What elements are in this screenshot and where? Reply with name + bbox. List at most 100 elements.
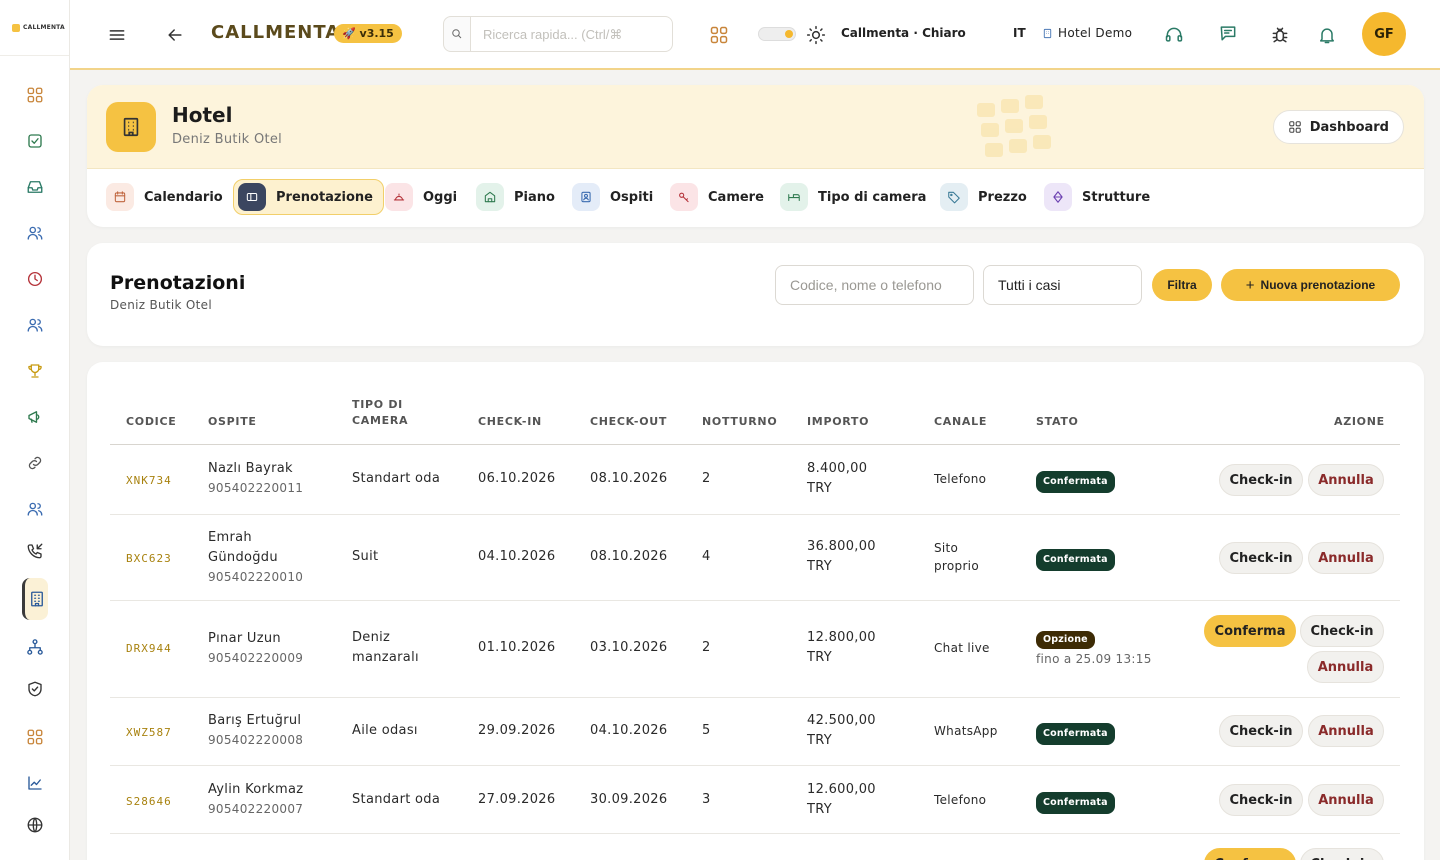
sun-icon <box>806 25 826 45</box>
confirm-button[interactable]: Conferma <box>1204 848 1296 860</box>
header-checkout[interactable]: CHECK-OUT <box>590 414 667 430</box>
new-booking-label: Nuova prenotazione <box>1260 278 1376 292</box>
booking-code[interactable]: XNK734 <box>126 471 172 491</box>
header-checkin[interactable]: CHECK-IN <box>478 414 542 430</box>
checkin-button[interactable]: Check-in <box>1219 542 1303 574</box>
user-avatar[interactable]: GF <box>1362 12 1406 56</box>
header-amount[interactable]: IMPORTO <box>807 414 869 430</box>
channel: Telefono <box>934 793 987 807</box>
new-booking-button[interactable]: + Nuova prenotazione <box>1221 269 1400 301</box>
header-guest[interactable]: OSPITE <box>208 414 257 430</box>
tab-camere[interactable]: Camere <box>666 179 774 215</box>
plus-icon: + <box>1245 276 1255 294</box>
sidebar-item-history[interactable] <box>22 266 48 292</box>
theme-toggle[interactable] <box>758 27 796 41</box>
sidebar-item-hotel[interactable] <box>22 578 48 620</box>
arrow-left-icon <box>168 29 182 41</box>
bug-icon <box>1272 27 1288 43</box>
notifications-button[interactable] <box>1316 24 1338 46</box>
sidebar-item-apps[interactable] <box>22 724 48 750</box>
cancel-button[interactable]: Annulla <box>1308 542 1384 574</box>
tab-piano[interactable]: Piano <box>472 179 565 215</box>
quick-search-input[interactable] <box>471 16 673 52</box>
guest-name: Pınar Uzun <box>208 631 281 646</box>
sidebar-item-inbox[interactable] <box>22 174 48 200</box>
sun-button[interactable] <box>805 24 827 46</box>
dashboard-button[interactable]: Dashboard <box>1272 110 1404 144</box>
sidebar-item-campaigns[interactable] <box>22 404 48 430</box>
support-button[interactable] <box>1163 24 1185 46</box>
booking-code[interactable]: S28646 <box>126 792 172 812</box>
guest-name: Nazlı Bayrak <box>208 461 293 476</box>
tab-label: Strutture <box>1082 189 1151 205</box>
tab-ospiti[interactable]: Ospiti <box>568 179 663 215</box>
sidebar-item-dashboard[interactable] <box>22 82 48 108</box>
hotel-tabs: Calendario Prenotazione Oggi Piano Ospit… <box>87 169 1424 227</box>
bug-report-button[interactable] <box>1269 24 1291 46</box>
booking-code[interactable]: DRX944 <box>126 639 172 659</box>
table-row: DRX944 Pınar Uzun 905402220009 Deniz manz… <box>110 601 1400 698</box>
globe-icon <box>27 817 43 833</box>
header-status[interactable]: STATO <box>1036 414 1079 430</box>
booking-search-input[interactable] <box>775 265 974 305</box>
status-badge: Opzione <box>1036 631 1095 649</box>
search-icon[interactable] <box>443 16 471 52</box>
tab-prezzo[interactable]: Prezzo <box>936 179 1037 215</box>
checkin-button[interactable]: Check-in <box>1219 464 1303 496</box>
confirm-button[interactable]: Conferma <box>1204 615 1296 647</box>
cancel-button[interactable]: Annulla <box>1308 715 1384 747</box>
cancel-button[interactable]: Annulla <box>1307 651 1384 683</box>
sidebar-item-integrations[interactable] <box>22 450 48 476</box>
checkin-button[interactable]: Check-in <box>1300 848 1384 860</box>
checkin-button[interactable]: Check-in <box>1219 715 1303 747</box>
hotel-selector[interactable]: Hotel Demo <box>1042 26 1132 40</box>
sidebar-item-team[interactable] <box>22 312 48 338</box>
booking-code[interactable]: BXC623 <box>126 549 172 569</box>
tab-calendario[interactable]: Calendario <box>102 179 233 215</box>
tab-tipo-di-camera[interactable]: Tipo di camera <box>776 179 936 215</box>
checkout-date: 08.10.2026 <box>590 471 668 486</box>
sidebar-item-reports[interactable] <box>22 770 48 796</box>
table-row: S28646 Aylin Korkmaz 905402220007 Standa… <box>110 766 1400 834</box>
cancel-button[interactable]: Annulla <box>1308 784 1384 816</box>
tab-strutture[interactable]: Strutture <box>1040 179 1160 215</box>
booking-code[interactable]: XWZ587 <box>126 723 172 743</box>
sidebar-item-web[interactable] <box>22 812 48 838</box>
sidebar-item-security[interactable] <box>22 676 48 702</box>
sidebar-item-tasks[interactable] <box>22 128 48 154</box>
checkin-date: 27.09.2026 <box>478 792 556 807</box>
header-code[interactable]: CODICE <box>126 414 176 430</box>
menu-button[interactable] <box>106 24 128 46</box>
chat-button[interactable] <box>1217 22 1239 44</box>
key-icon <box>670 183 698 211</box>
version-badge: 🚀 v3.15 <box>334 24 402 43</box>
grid-icon <box>1288 121 1301 133</box>
back-button[interactable] <box>164 24 186 46</box>
header-room-type[interactable]: TIPO DI CAMERA <box>352 397 408 429</box>
apps-button[interactable] <box>708 24 730 46</box>
decorative-building-icon <box>967 93 1063 165</box>
tab-label: Prenotazione <box>276 189 373 205</box>
sidebar-item-agents[interactable] <box>22 496 48 522</box>
guest-name-line2: Gündoğdu <box>208 550 278 565</box>
sidebar-item-rewards[interactable] <box>22 358 48 384</box>
checkin-button[interactable]: Check-in <box>1300 615 1384 647</box>
sidebar-item-org[interactable] <box>22 634 48 660</box>
status-filter-select[interactable]: Tutti i casi <box>983 265 1142 305</box>
tab-oggi[interactable]: Oggi <box>381 179 467 215</box>
tab-prenotazione[interactable]: Prenotazione <box>233 179 384 215</box>
header-nights[interactable]: NOTTURNO <box>702 414 777 430</box>
checkout-date: 04.10.2026 <box>590 723 668 738</box>
filter-button[interactable]: Filtra <box>1152 269 1212 301</box>
status-badge: Confermata <box>1036 549 1115 571</box>
cancel-button[interactable]: Annulla <box>1308 464 1384 496</box>
header-channel[interactable]: CANALE <box>934 414 987 430</box>
language-switch[interactable]: IT <box>1013 26 1026 40</box>
sidebar-logo[interactable]: CALLMENTA <box>0 0 69 56</box>
users-icon <box>27 226 43 240</box>
checkin-button[interactable]: Check-in <box>1219 784 1303 816</box>
sidebar-item-contacts[interactable] <box>22 220 48 246</box>
sidebar-item-calls[interactable] <box>22 538 48 564</box>
channel: Sito proprio <box>934 539 979 575</box>
theme-label[interactable]: Callmenta · Chiaro <box>841 26 966 40</box>
